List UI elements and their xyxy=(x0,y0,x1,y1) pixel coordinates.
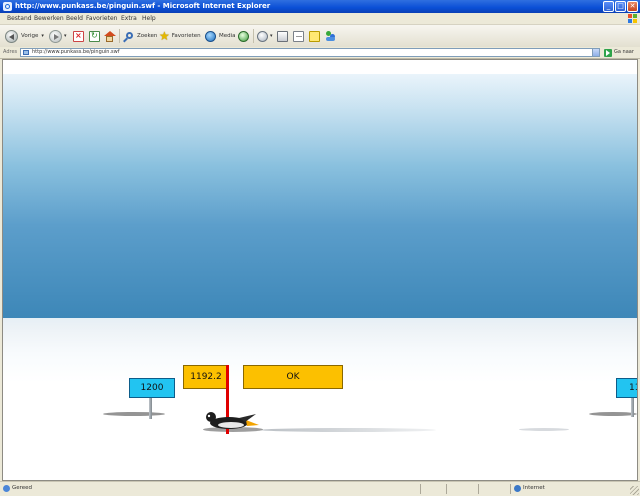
address-input[interactable]: http://www.punkass.be/pinguin.swf xyxy=(20,48,600,57)
address-dropdown-button[interactable] xyxy=(592,48,600,57)
slide-trail xyxy=(261,428,436,432)
status-divider xyxy=(478,484,479,494)
menu-edit[interactable]: Bewerken xyxy=(34,15,64,22)
messenger-icon xyxy=(325,30,336,42)
menu-help[interactable]: Help xyxy=(142,15,156,22)
toolbar: Vorige ▾ ▾ × ↻ Zoeken ★ Favorieten Media xyxy=(0,25,640,48)
chevron-down-icon: ▾ xyxy=(64,33,67,39)
refresh-icon: ↻ xyxy=(89,30,100,42)
address-url: http://www.punkass.be/pinguin.swf xyxy=(32,49,120,55)
home-button[interactable] xyxy=(104,28,116,44)
media-label: Media xyxy=(219,33,236,39)
distance-sign-1200: 1200 xyxy=(129,378,175,398)
back-arrow-icon xyxy=(5,29,18,43)
page-top-strip xyxy=(3,60,637,74)
status-text: Gereed xyxy=(12,485,33,491)
chevron-down-icon: ▾ xyxy=(41,33,44,39)
favorites-button[interactable]: ★ Favorieten xyxy=(159,28,201,44)
stop-icon: × xyxy=(73,30,84,42)
title-bar: http://www.punkass.be/pinguin.swf - Micr… xyxy=(0,0,640,13)
star-icon: ★ xyxy=(159,29,170,43)
media-globe-icon xyxy=(205,30,216,42)
slide-trail xyxy=(519,428,569,431)
discuss-button[interactable] xyxy=(309,28,320,44)
status-divider xyxy=(446,484,447,494)
forward-arrow-icon xyxy=(49,29,62,43)
resize-grip[interactable] xyxy=(630,486,639,495)
menu-tools[interactable]: Extra xyxy=(121,15,137,22)
back-label: Vorige xyxy=(21,33,39,39)
go-button[interactable]: Ga naar xyxy=(614,49,634,55)
distance-result: 1192.2 xyxy=(183,365,229,389)
menu-favorites[interactable]: Favorieten xyxy=(86,15,117,22)
sign-shadow xyxy=(589,412,637,416)
refresh-button[interactable]: ↻ xyxy=(89,28,100,44)
sign-post xyxy=(149,397,152,419)
window-title: http://www.punkass.be/pinguin.swf - Micr… xyxy=(15,2,271,10)
mail-button[interactable]: ▾ xyxy=(257,28,273,44)
mail-icon xyxy=(257,30,268,42)
search-button[interactable]: Zoeken xyxy=(123,28,157,44)
note-icon xyxy=(309,30,320,42)
search-icon xyxy=(123,31,134,42)
page-status-icon xyxy=(3,485,10,492)
search-label: Zoeken xyxy=(137,33,158,39)
minimize-button[interactable]: _ xyxy=(603,1,614,12)
menu-bar: Bestand Bewerken Beeld Favorieten Extra … xyxy=(0,13,640,25)
go-arrow-icon[interactable] xyxy=(604,49,612,57)
distance-sign-right: 11 xyxy=(616,378,637,398)
internet-explorer-icon xyxy=(3,2,12,11)
toolbar-separator xyxy=(253,29,254,43)
edit-button[interactable] xyxy=(293,28,304,44)
close-button[interactable]: ✕ xyxy=(627,1,638,12)
address-label: Adres xyxy=(3,49,18,55)
sign-shadow xyxy=(103,412,165,416)
window-controls: _ □ ✕ xyxy=(603,1,638,12)
print-icon xyxy=(277,30,288,42)
maximize-button[interactable]: □ xyxy=(615,1,626,12)
penguin-game[interactable]: 1200 11 1192.2 OK xyxy=(3,60,637,480)
menu-file[interactable]: Bestand xyxy=(7,15,32,22)
history-icon xyxy=(238,30,249,42)
status-divider xyxy=(510,484,511,494)
messenger-button[interactable] xyxy=(325,28,336,44)
media-button[interactable]: Media xyxy=(205,28,236,44)
chevron-down-icon: ▾ xyxy=(270,33,273,39)
back-button[interactable]: Vorige ▾ xyxy=(5,28,44,44)
page-icon xyxy=(23,50,29,55)
favorites-label: Favorieten xyxy=(171,33,201,39)
sky-background xyxy=(3,74,637,318)
sign-post xyxy=(631,397,634,417)
print-button[interactable] xyxy=(277,28,288,44)
status-bar: Gereed Internet xyxy=(0,481,640,496)
home-icon xyxy=(104,30,116,42)
menu-view[interactable]: Beeld xyxy=(66,15,83,22)
forward-button[interactable]: ▾ xyxy=(49,28,67,44)
internet-zone-icon xyxy=(514,485,521,492)
penguin-sprite xyxy=(206,412,259,429)
zone-text: Internet xyxy=(523,485,545,491)
history-button[interactable] xyxy=(238,28,249,44)
stop-button[interactable]: × xyxy=(73,28,84,44)
browser-content: 1200 11 1192.2 OK xyxy=(2,59,638,481)
address-bar: Adres http://www.punkass.be/pinguin.swf … xyxy=(0,47,640,59)
toolbar-separator xyxy=(119,29,120,43)
edit-page-icon xyxy=(293,30,304,42)
windows-logo-icon xyxy=(628,14,637,23)
status-divider xyxy=(420,484,421,494)
ok-button[interactable]: OK xyxy=(243,365,343,389)
snow-ground xyxy=(3,318,637,480)
